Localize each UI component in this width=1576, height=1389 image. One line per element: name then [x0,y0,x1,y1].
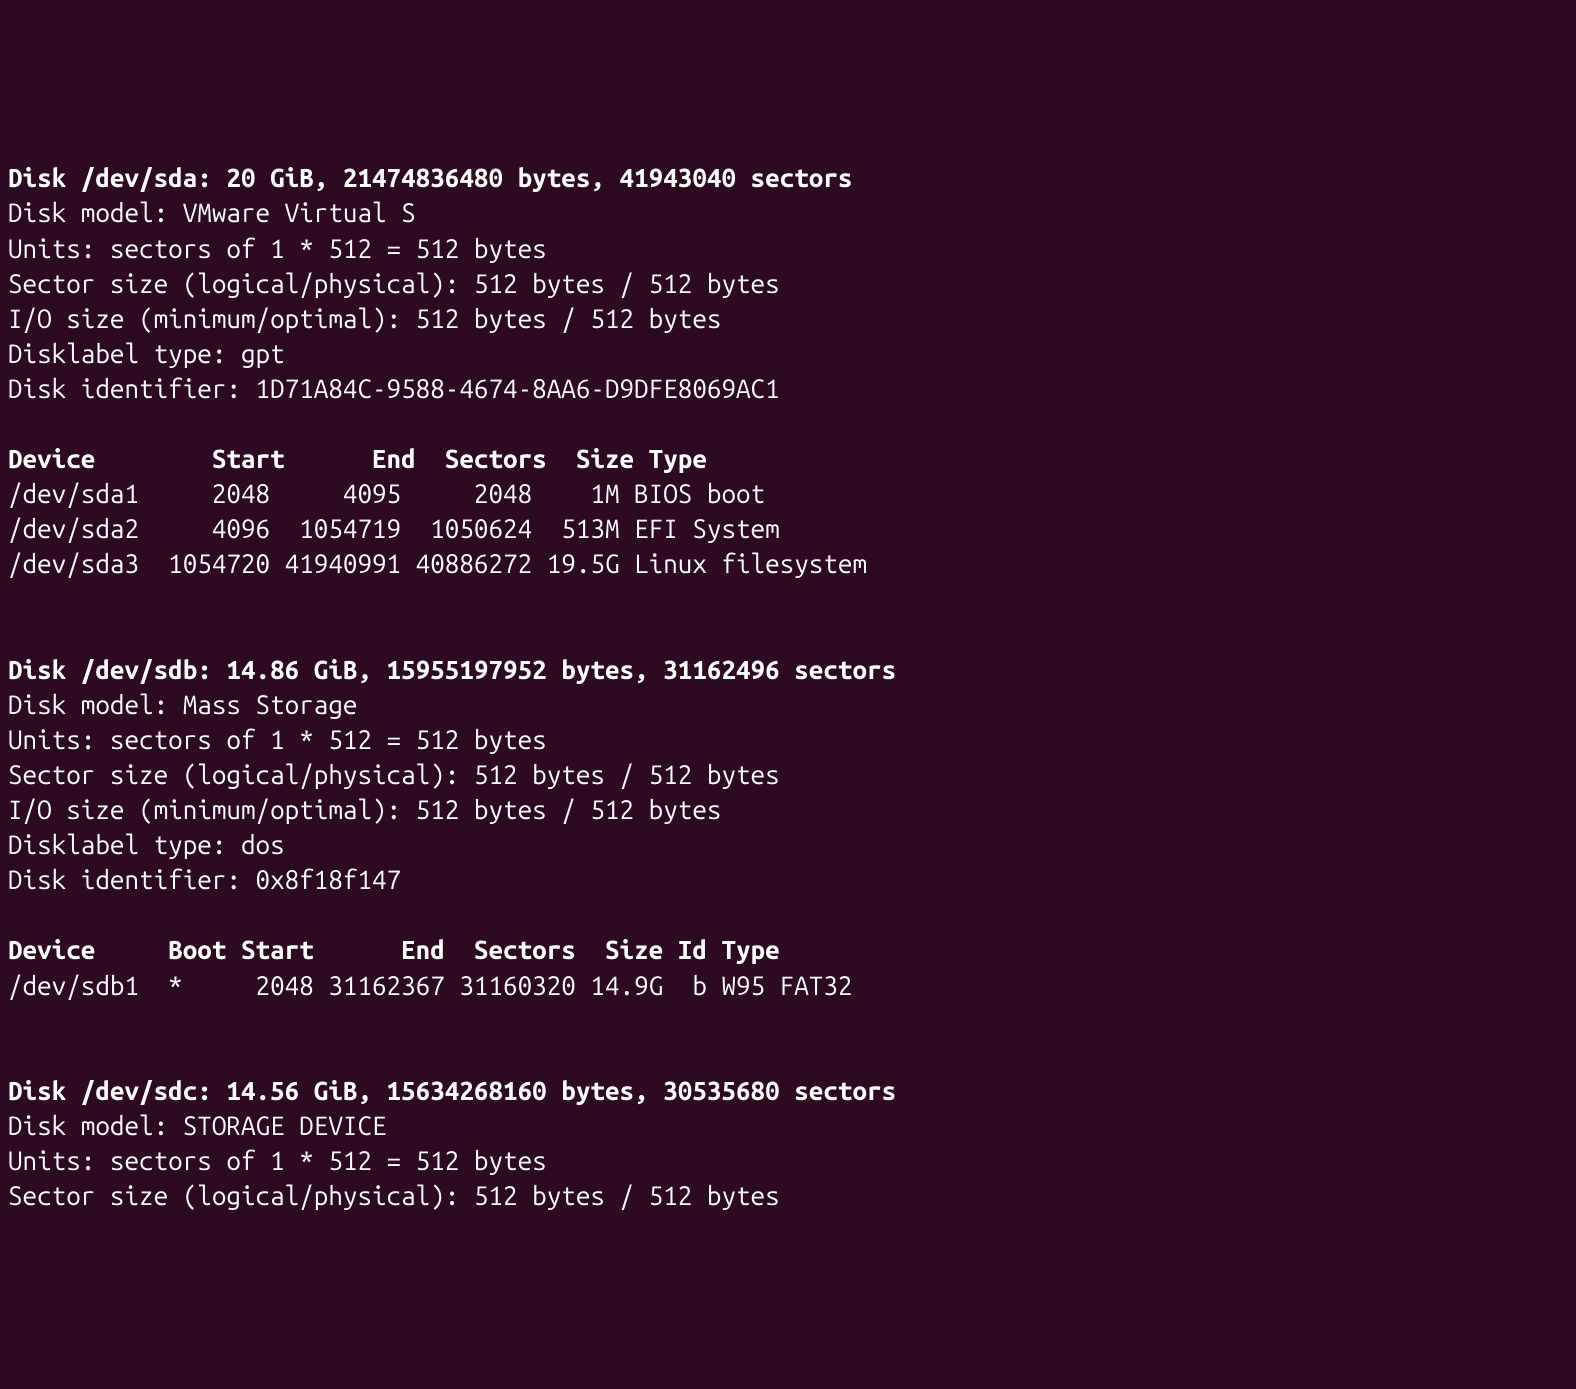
disk-sdb-units: Units: sectors of 1 * 512 = 512 bytes [8,722,1568,757]
disk-sdc-units: Units: sectors of 1 * 512 = 512 bytes [8,1143,1568,1178]
blank-line [8,897,1568,932]
sda-partition-row: /dev/sda1 2048 4095 2048 1M BIOS boot [8,476,1568,511]
sdb-partition-table-header: Device Boot Start End Sectors Size Id Ty… [8,932,1568,967]
disk-sda-units: Units: sectors of 1 * 512 = 512 bytes [8,231,1568,266]
disk-sda-identifier: Disk identifier: 1D71A84C-9588-4674-8AA6… [8,371,1568,406]
disk-sda-sector-size: Sector size (logical/physical): 512 byte… [8,266,1568,301]
disk-sda-io-size: I/O size (minimum/optimal): 512 bytes / … [8,301,1568,336]
disk-sdb-disklabel: Disklabel type: dos [8,827,1568,862]
sda-partition-row: /dev/sda3 1054720 41940991 40886272 19.5… [8,546,1568,581]
disk-sda-header: Disk /dev/sda: 20 GiB, 21474836480 bytes… [8,160,1568,195]
blank-line [8,1003,1568,1038]
disk-sda-disklabel: Disklabel type: gpt [8,336,1568,371]
disk-sdb-io-size: I/O size (minimum/optimal): 512 bytes / … [8,792,1568,827]
blank-line [8,1038,1568,1073]
disk-sdb-sector-size: Sector size (logical/physical): 512 byte… [8,757,1568,792]
disk-sdb-model: Disk model: Mass Storage [8,687,1568,722]
disk-sdb-identifier: Disk identifier: 0x8f18f147 [8,862,1568,897]
disk-sdb-header: Disk /dev/sdb: 14.86 GiB, 15955197952 by… [8,652,1568,687]
sda-partition-table-header: Device Start End Sectors Size Type [8,441,1568,476]
blank-line [8,582,1568,617]
disk-sda-model: Disk model: VMware Virtual S [8,195,1568,230]
disk-sdc-header: Disk /dev/sdc: 14.56 GiB, 15634268160 by… [8,1073,1568,1108]
sdb-partition-row: /dev/sdb1 * 2048 31162367 31160320 14.9G… [8,968,1568,1003]
sda-partition-row: /dev/sda2 4096 1054719 1050624 513M EFI … [8,511,1568,546]
blank-line [8,406,1568,441]
terminal-output: Disk /dev/sda: 20 GiB, 21474836480 bytes… [8,160,1568,1213]
blank-line [8,617,1568,652]
disk-sdc-sector-size: Sector size (logical/physical): 512 byte… [8,1178,1568,1213]
disk-sdc-model: Disk model: STORAGE DEVICE [8,1108,1568,1143]
